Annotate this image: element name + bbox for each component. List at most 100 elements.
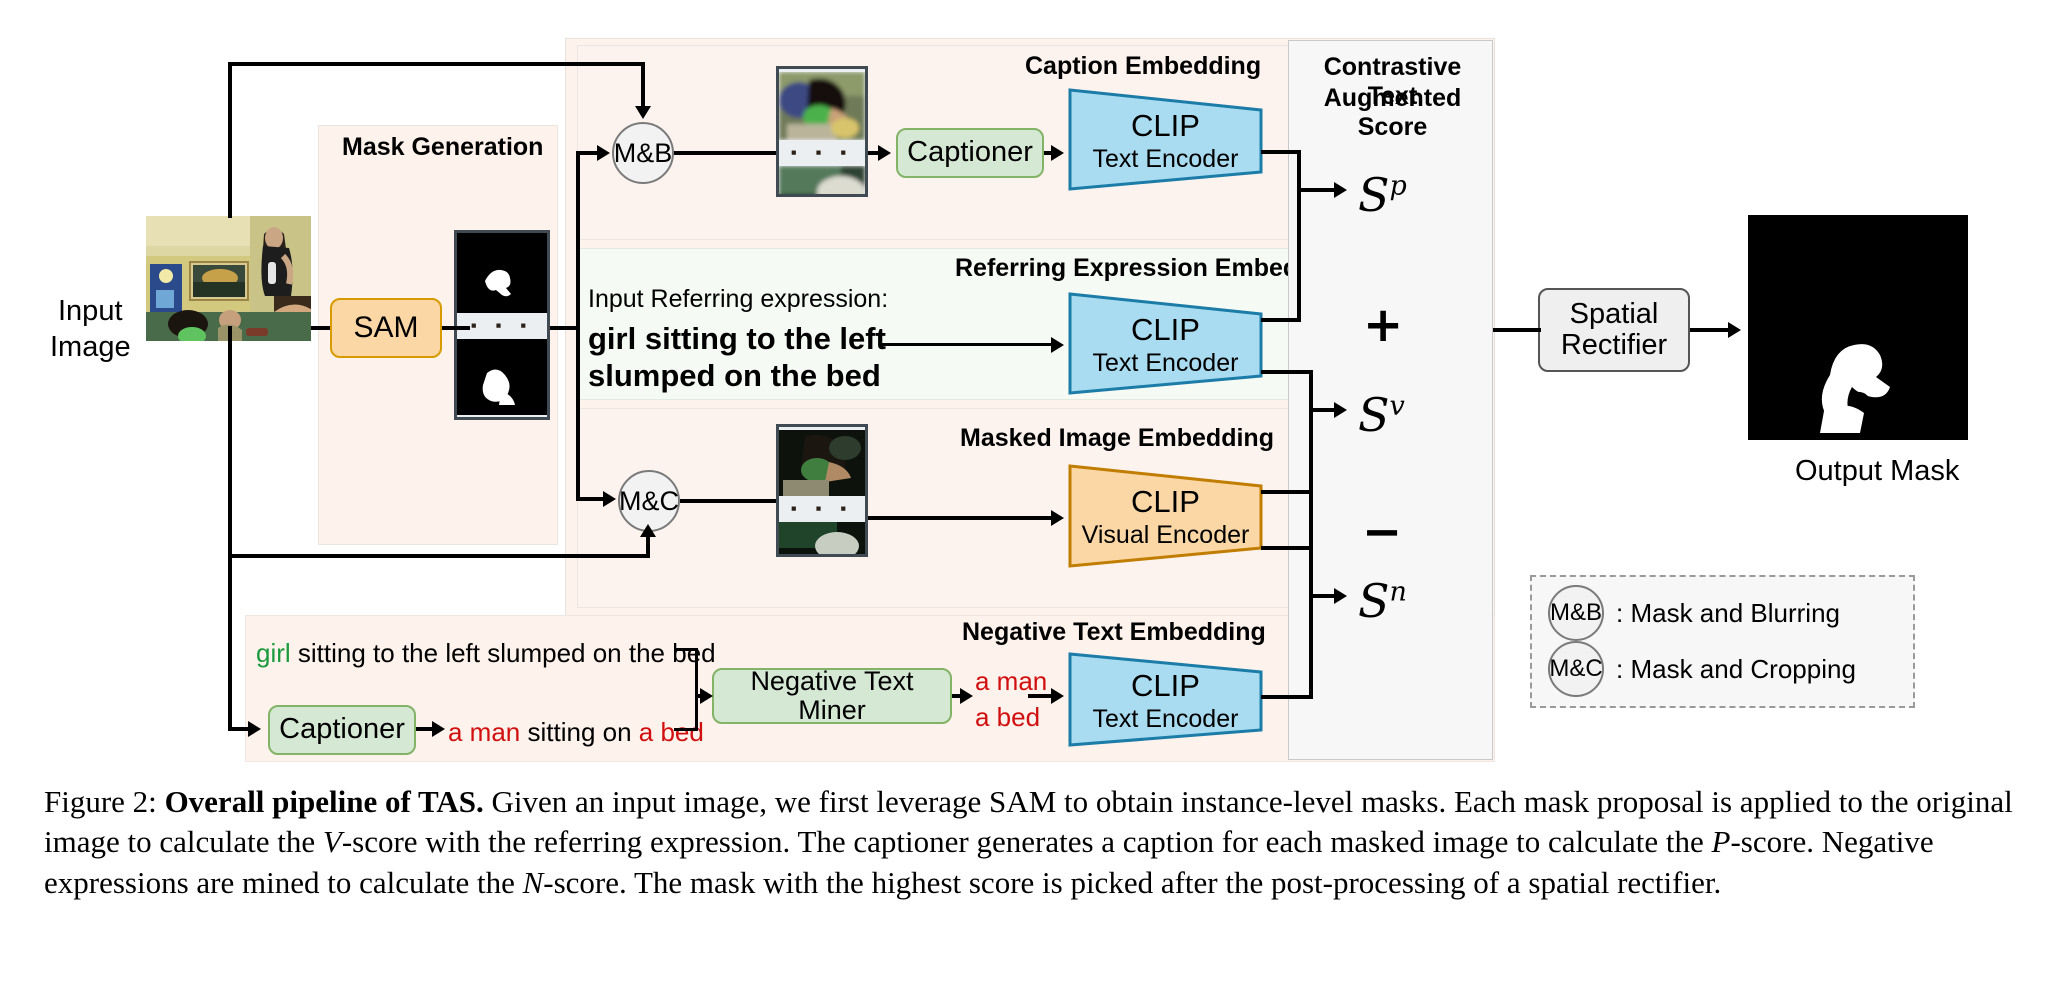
line-top-horizontal-to-mb xyxy=(228,62,641,66)
masked-image-embedding-title: Masked Image Embedding xyxy=(960,424,1274,452)
clip-text-encoder-referring[interactable]: CLIP Text Encoder xyxy=(1068,292,1263,395)
legend-mc-text: : Mask and Cropping xyxy=(1616,653,1856,684)
sam-label: SAM xyxy=(353,310,419,344)
clip-text-encoder-caption[interactable]: CLIP Text Encoder xyxy=(1068,88,1263,191)
clip-title-referring: CLIP xyxy=(1131,312,1200,347)
negative-text-miner-button[interactable]: Negative Text Miner xyxy=(712,665,952,725)
reference-sentence-rest: sitting to the left slumped on the bed xyxy=(290,638,716,668)
output-mask-label: Output Mask xyxy=(1795,455,1960,487)
legend-mb-text: : Mask and Blurring xyxy=(1616,597,1840,628)
caption-italic-n: N xyxy=(522,864,544,900)
score-n: Sn xyxy=(1358,574,1407,628)
clip-title-caption: CLIP xyxy=(1131,108,1200,143)
caption-italic-v: V xyxy=(322,824,342,860)
arrow-maskbranch-into-mb xyxy=(597,145,610,161)
caption-negative-part1: a man xyxy=(448,717,521,747)
caption-text-2: -score with the referring expression. Th… xyxy=(341,824,1712,860)
blurred-stack-dots: ▪ ▪ ▪ xyxy=(790,143,854,162)
figure-overall-pipeline: Caption Embedding Referring Expression E… xyxy=(0,0,2054,990)
legend-mc-circle-label: M&C xyxy=(1549,655,1603,682)
negative-text-1: a man xyxy=(975,666,1048,696)
clip-subtitle-caption: Text Encoder xyxy=(1092,145,1239,173)
line-maskbranch-down-to-mc xyxy=(576,326,580,499)
arrow-into-sv xyxy=(1334,402,1347,418)
mask-generation-title: Mask Generation xyxy=(342,133,544,161)
line-image-to-sam xyxy=(311,326,330,330)
arrow-maskbranch-into-mc xyxy=(603,491,616,507)
line-rectifier-to-output xyxy=(1690,328,1732,332)
mask-and-blurring-circle[interactable]: M&B xyxy=(612,122,674,184)
blurred-image-stack: ▪ ▪ ▪ xyxy=(776,66,868,197)
generated-caption-text: a man sitting on a bed xyxy=(448,717,704,748)
line-mc-vertical-up xyxy=(646,534,650,558)
arrow-into-clip-caption xyxy=(1051,145,1064,161)
arrow-into-clip-negative xyxy=(1051,688,1064,704)
negative-text-miner-label: Negative Text Miner xyxy=(750,665,914,725)
score-operator-minus: − xyxy=(1362,504,1403,560)
line-sv-bracket-vertical xyxy=(1309,370,1313,550)
line-maskedstack-to-clipvisual xyxy=(868,516,1054,520)
negative-embedding-title: Negative Text Embedding xyxy=(962,618,1266,646)
caption-italic-p: P xyxy=(1711,824,1731,860)
spatial-rectifier-button[interactable]: Spatial Rectifier xyxy=(1538,288,1690,372)
score-v: Sv xyxy=(1358,388,1405,442)
line-clipcaption-out xyxy=(1261,150,1301,154)
legend-mb-circle-icon: M&B xyxy=(1548,585,1604,641)
captioner-button[interactable]: Captioner xyxy=(896,128,1044,178)
legend-row-mb: M&B : Mask and Blurring xyxy=(1548,585,1840,641)
arrow-into-sp xyxy=(1334,182,1347,198)
caption-neutral-part: sitting on xyxy=(520,717,639,747)
reference-highlight-word: girl xyxy=(256,638,291,668)
mask-and-cropping-circle[interactable]: M&C xyxy=(618,470,680,532)
arrow-into-sn xyxy=(1334,588,1347,604)
figure-caption: Figure 2: Overall pipeline of TAS. Given… xyxy=(44,782,2019,903)
caption-text-4: -score. The mask with the highest score … xyxy=(543,864,1722,900)
referring-prompt-label: Input Referring expression: xyxy=(588,285,889,313)
captioner-negative-button[interactable]: Captioner xyxy=(268,705,416,755)
arrow-into-clip-visual xyxy=(1051,510,1064,526)
captioner-negative-label: Captioner xyxy=(279,713,405,746)
line-captext-vertical xyxy=(695,696,698,730)
score-p: Sp xyxy=(1358,168,1407,222)
input-image-label-line1: Input xyxy=(58,295,123,327)
arrow-into-negcaptioner xyxy=(248,721,261,737)
clip-text-encoder-negative[interactable]: CLIP Text Encoder xyxy=(1068,652,1263,747)
referring-expression-line1: girl sitting to the left xyxy=(588,321,886,356)
input-image-photo xyxy=(146,216,311,341)
clip-subtitle-visual: Visual Encoder xyxy=(1081,521,1250,549)
line-clipvisual-out-top xyxy=(1261,490,1313,494)
line-mb-vertical-down xyxy=(641,62,645,107)
line-image-up-trunk xyxy=(228,62,232,218)
mask-stack-dots: ▪ ▪ ▪ xyxy=(470,316,534,335)
mask-thumb-1 xyxy=(457,233,547,313)
line-clipreferring-out2 xyxy=(1261,370,1313,374)
arrow-negcaptioner-to-text xyxy=(432,721,445,737)
line-sp-bracket-vertical xyxy=(1297,150,1301,320)
arrow-into-output-mask xyxy=(1728,322,1741,338)
line-image-left-trunk-vertical xyxy=(228,326,232,558)
line-refsentence-vertical xyxy=(695,648,698,696)
captioner-label: Captioner xyxy=(907,136,1033,169)
score-panel-title-line2: Augmented Score xyxy=(1323,84,1462,141)
line-clipnegative-out xyxy=(1261,695,1313,699)
line-sp-arrow-horizontal xyxy=(1297,188,1339,192)
line-trunk-down-to-negcaptioner xyxy=(228,554,232,730)
line-referring-to-clip xyxy=(880,343,1056,346)
legend-row-mc: M&C : Mask and Cropping xyxy=(1548,641,1856,697)
line-mc-to-maskedstack xyxy=(680,499,776,503)
line-scorepanel-to-rectifier xyxy=(1493,328,1541,332)
arrow-into-captioner xyxy=(878,145,891,161)
caption-bold-title: Overall pipeline of TAS. xyxy=(164,784,484,819)
negative-reference-sentence: girl sitting to the left slumped on the … xyxy=(256,638,716,669)
negative-text-2: a bed xyxy=(975,702,1041,732)
clip-visual-encoder[interactable]: CLIP Visual Encoder xyxy=(1068,464,1263,568)
referring-expression-line2: slumped on the bed xyxy=(588,358,881,393)
line-mb-to-blurredstack xyxy=(674,151,776,155)
clip-subtitle-negative: Text Encoder xyxy=(1092,705,1239,733)
output-mask-image xyxy=(1748,215,1968,440)
line-trunk-to-negcaptioner xyxy=(228,727,250,731)
arrow-into-clip-referring xyxy=(1051,337,1064,353)
clip-subtitle-referring: Text Encoder xyxy=(1092,349,1239,377)
sam-button[interactable]: SAM xyxy=(330,298,442,358)
spatial-rectifier-line2: Rectifier xyxy=(1560,329,1668,361)
